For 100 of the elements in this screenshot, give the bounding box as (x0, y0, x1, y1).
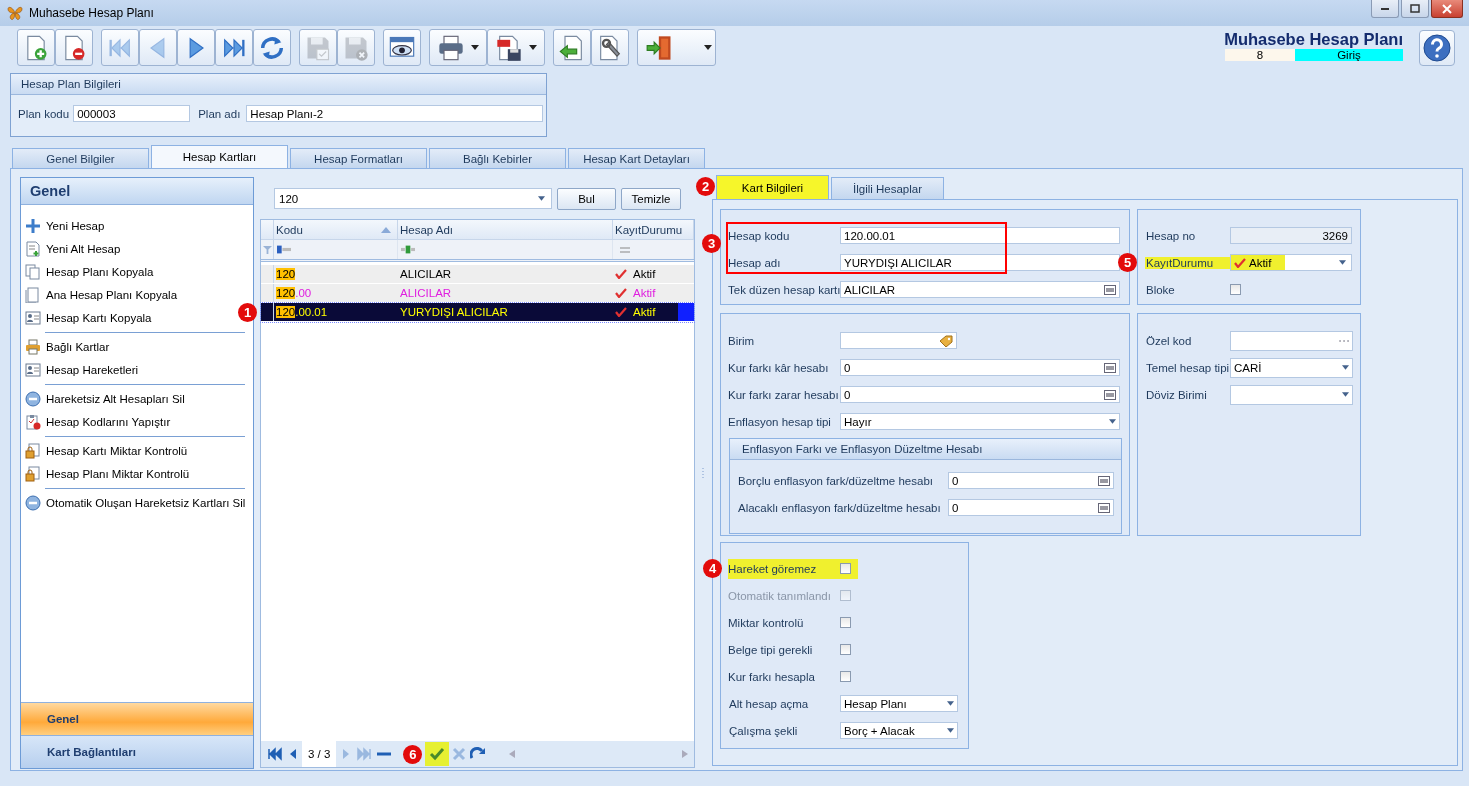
sidebar-item[interactable]: Hareketsiz Alt Hesapları Sil (25, 387, 185, 410)
checkbox[interactable] (840, 563, 851, 574)
refresh-button[interactable] (253, 29, 291, 66)
pdf-save-button[interactable] (487, 29, 545, 66)
new-document-button[interactable] (17, 29, 55, 66)
callout-marker: 2 (696, 177, 715, 196)
field-label: Birim (728, 334, 756, 347)
lookup-icon[interactable] (1104, 389, 1116, 400)
lookup-field[interactable]: 0 (948, 499, 1114, 516)
lookup-field[interactable]: 0 (840, 386, 1120, 403)
lookup-field[interactable]: 0 (948, 472, 1114, 489)
help-icon (1422, 33, 1452, 63)
document-wrench-button[interactable] (591, 29, 629, 66)
mode-cell: Giriş (1295, 49, 1403, 61)
column-header[interactable]: KayıtDurumu (613, 220, 694, 239)
field-label: Kur farkı zarar hesabı (728, 388, 840, 401)
text-filter-icon (401, 245, 415, 254)
tab[interactable]: Bağlı Kebirler (429, 148, 566, 168)
tag-icon[interactable] (939, 334, 953, 347)
sidebar-item[interactable]: Hesap Planı Kopyala (25, 260, 154, 283)
sidebar-item[interactable]: Hesap Kartı Kopyala (25, 306, 152, 329)
door-arrow-icon (646, 33, 674, 62)
input-field[interactable] (1230, 330, 1353, 351)
dropdown-field[interactable]: CARİ (1230, 357, 1353, 378)
tab[interactable]: Genel Bilgiler (12, 148, 149, 168)
check-icon (615, 269, 627, 279)
table-row[interactable]: 120 ALICILAR Aktif (261, 265, 694, 284)
sidebar-item[interactable]: Bağlı Kartlar (25, 335, 110, 358)
lookup-icon[interactable] (1104, 284, 1116, 295)
delete-document-button[interactable] (55, 29, 93, 66)
help-button[interactable] (1419, 30, 1455, 66)
section-button[interactable]: Genel (21, 702, 253, 735)
copy-icon (25, 263, 41, 280)
butterfly-icon (7, 5, 23, 21)
id-card-icon (25, 309, 41, 326)
last-button[interactable] (215, 29, 253, 66)
tab[interactable]: İlgili Hesaplar (831, 177, 944, 199)
minus-circle-icon (25, 390, 41, 407)
maximize-button[interactable] (1401, 0, 1429, 18)
checkbox[interactable] (840, 644, 851, 655)
clear-button[interactable]: Temizle (621, 187, 681, 210)
sidebar-item[interactable]: Hesap Hareketleri (25, 358, 139, 381)
sidebar-item[interactable]: Ana Hesap Planı Kopyala (25, 283, 178, 306)
lookup-icon[interactable] (1104, 362, 1116, 373)
sidebar-item[interactable]: Yeni Alt Hesap (25, 237, 121, 260)
preview-eye-button[interactable] (383, 29, 421, 66)
sidebar-item[interactable]: Hesap Planı Miktar Kontrolü (25, 462, 190, 485)
check-icon (429, 746, 446, 762)
find-button[interactable]: Bul (557, 187, 616, 210)
checkbox[interactable] (840, 671, 851, 682)
dropdown-field[interactable]: Hesap Planı (840, 695, 958, 712)
search-combo[interactable]: 120 (274, 188, 552, 209)
field-label: Borçlu enflasyon fark/düzeltme hesabı (738, 474, 934, 487)
checkbox[interactable] (1230, 284, 1241, 295)
lookup-field[interactable]: ALICILAR (840, 281, 1120, 298)
dropdown-arrow-icon (1109, 419, 1116, 424)
table-row[interactable]: 120.00 ALICILAR Aktif (261, 284, 694, 303)
tab[interactable]: Hesap Formatları (290, 148, 427, 168)
status-dropdown[interactable]: Aktif (1230, 254, 1352, 271)
door-arrow-button[interactable] (637, 29, 716, 66)
input-field[interactable]: Hesap Planı-2 (246, 105, 544, 122)
check-button[interactable] (425, 742, 450, 766)
close-button[interactable] (1431, 0, 1463, 18)
column-header[interactable]: Kodu (274, 220, 398, 239)
plus-icon (25, 217, 41, 234)
tab[interactable]: Kart Bilgileri (716, 175, 829, 199)
dropdown-arrow-icon (1342, 365, 1349, 370)
tab[interactable]: Hesap Kart Detayları (568, 148, 705, 168)
input-field[interactable]: 000003 (73, 105, 191, 122)
sidebar-item[interactable]: Yeni Hesap (25, 214, 105, 237)
lookup-field[interactable]: 0 (840, 359, 1120, 376)
record-position: 3 / 3 (302, 741, 337, 767)
dropdown-arrow-icon (1339, 260, 1346, 265)
panel-title: Hesap Plan Bilgileri (21, 78, 121, 90)
check-icon (615, 307, 627, 317)
dropdown-field[interactable]: Borç + Alacak (840, 722, 958, 739)
equals-filter-icon (620, 246, 630, 253)
lookup-field[interactable] (840, 332, 957, 349)
input-field[interactable]: YURYDIŞI ALICILAR (840, 254, 1120, 271)
field-label: Plan adı (198, 107, 241, 120)
section-button[interactable]: Kart Bağlantıları (21, 735, 253, 768)
sidebar-item[interactable]: Hesap Kartı Miktar Kontrolü (25, 439, 188, 462)
input-field[interactable]: 120.00.01 (840, 227, 1120, 244)
column-header[interactable]: Hesap Adı (398, 220, 613, 239)
document-arrow-button[interactable] (553, 29, 591, 66)
sidebar-item[interactable]: Otomatik Oluşan Hareketsiz Kartları Sil (25, 491, 246, 514)
id-card-icon (25, 361, 41, 378)
dropdown-field[interactable]: Hayır (840, 413, 1120, 430)
dropdown-arrow-icon (538, 196, 545, 201)
lookup-icon[interactable] (1098, 475, 1110, 486)
next-button[interactable] (177, 29, 215, 66)
minimize-button[interactable] (1371, 0, 1399, 18)
first-icon (265, 746, 282, 762)
sidebar-item[interactable]: Hesap Kodlarını Yapıştır (25, 410, 171, 433)
tab[interactable]: Hesap Kartları (151, 145, 288, 168)
checkbox[interactable] (840, 617, 851, 628)
dropdown-field[interactable] (1230, 384, 1353, 405)
printer-button[interactable] (429, 29, 487, 66)
check-icon (615, 288, 627, 298)
lookup-icon[interactable] (1098, 502, 1110, 513)
